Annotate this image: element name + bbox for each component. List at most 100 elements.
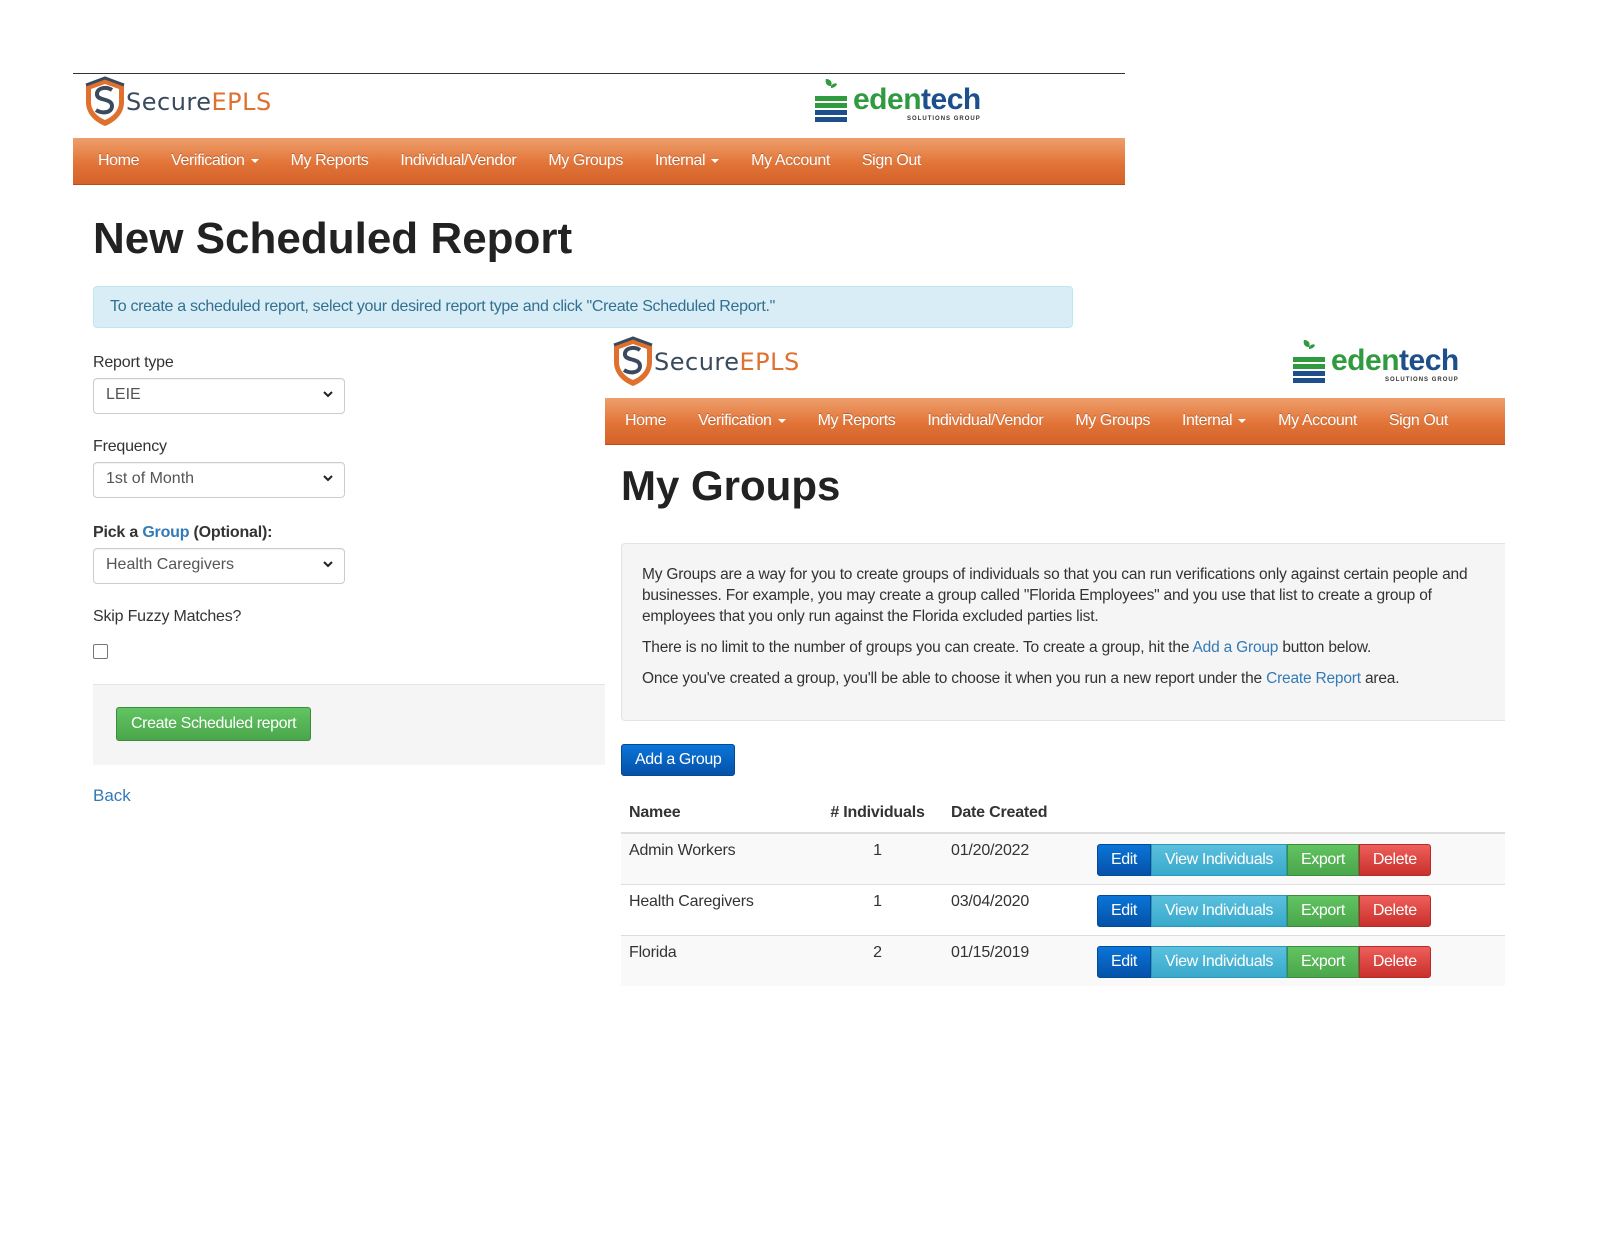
create-scheduled-report-button[interactable]: Create Scheduled report: [116, 707, 312, 741]
delete-button[interactable]: Delete: [1358, 946, 1431, 978]
chevron-down-icon: [323, 475, 333, 482]
header-brand-row: SecureEPLS edentech SOLUTIONS GROUP: [73, 74, 1125, 138]
epls-text: EPLS: [739, 348, 800, 376]
edentech-subtitle: SOLUTIONS GROUP: [907, 116, 981, 122]
group-actions-cell: Edit View Individuals Export Delete: [1089, 935, 1505, 986]
nav-individual-vendor[interactable]: Individual/Vendor: [384, 152, 532, 170]
frequency-select[interactable]: 1st of Month: [93, 462, 345, 498]
edentech-bar: [815, 117, 847, 122]
my-groups-screen: SecureEPLS edentech SOLUTIONS GROUP Home…: [605, 334, 1505, 994]
nav-individual-vendor[interactable]: Individual/Vendor: [911, 412, 1059, 430]
nav-home[interactable]: Home: [73, 152, 155, 170]
secureepls-wordmark: SecureEPLS: [654, 348, 800, 376]
groups-table: Namee # Individuals Date Created Admin W…: [621, 794, 1505, 986]
group-count-cell: 1: [812, 832, 943, 885]
view-individuals-button[interactable]: View Individuals: [1150, 844, 1288, 876]
leaf-icon: [1303, 340, 1315, 355]
report-type-value: LEIE: [106, 386, 141, 403]
nav-verification[interactable]: Verification: [682, 412, 801, 430]
form-actions-well: Create Scheduled report: [93, 684, 605, 765]
edentech-bar: [1293, 364, 1325, 369]
group-label: Pick a Group (Optional):: [93, 524, 613, 542]
group-actions-cell: Edit View Individuals Export Delete: [1089, 832, 1505, 885]
chevron-down-icon: [323, 391, 333, 398]
nav-my-account[interactable]: My Account: [1262, 412, 1373, 430]
report-type-select[interactable]: LEIE: [93, 378, 345, 414]
group-count-cell: 2: [812, 935, 943, 986]
group-link[interactable]: Group: [142, 524, 189, 541]
export-button[interactable]: Export: [1287, 844, 1359, 876]
create-report-link[interactable]: Create Report: [1266, 670, 1361, 687]
nav-my-groups[interactable]: My Groups: [532, 152, 639, 170]
chevron-down-icon: [323, 561, 333, 568]
back-link[interactable]: Back: [93, 786, 131, 806]
group-count-cell: 1: [812, 884, 943, 936]
column-header-actions: [1089, 794, 1505, 834]
nav-internal-label: Internal: [655, 152, 706, 169]
caret-down-icon: [777, 418, 786, 423]
add-group-button[interactable]: Add a Group: [621, 744, 736, 776]
frequency-value: 1st of Month: [106, 470, 195, 487]
delete-button[interactable]: Delete: [1358, 844, 1431, 876]
nav-my-groups[interactable]: My Groups: [1059, 412, 1166, 430]
export-button[interactable]: Export: [1287, 946, 1359, 978]
shield-logo-icon: [85, 76, 125, 126]
main-navbar: Home Verification My Reports Individual/…: [605, 398, 1505, 445]
view-individuals-button[interactable]: View Individuals: [1150, 895, 1288, 927]
tech-text: tech: [1399, 344, 1459, 377]
group-actions-cell: Edit View Individuals Export Delete: [1089, 884, 1505, 936]
tech-text: tech: [921, 83, 981, 116]
edit-button[interactable]: Edit: [1097, 946, 1151, 978]
edentech-wordmark: edentech SOLUTIONS GROUP: [853, 83, 981, 123]
view-individuals-button[interactable]: View Individuals: [1150, 946, 1288, 978]
edentech-bar: [815, 110, 847, 115]
edentech-bar: [1293, 357, 1325, 362]
edit-button[interactable]: Edit: [1097, 895, 1151, 927]
secureepls-logo[interactable]: SecureEPLS: [610, 336, 800, 388]
para2-text-end: button below.: [1278, 639, 1372, 656]
table-header-row: Namee # Individuals Date Created: [621, 794, 1505, 834]
nav-sign-out[interactable]: Sign Out: [846, 152, 937, 170]
info-alert: To create a scheduled report, select you…: [93, 286, 1073, 328]
report-type-label: Report type: [93, 354, 174, 371]
nav-my-reports[interactable]: My Reports: [275, 152, 385, 170]
column-header-name: Namee: [621, 794, 812, 834]
caret-down-icon: [250, 158, 259, 163]
group-date-cell: 01/15/2019: [943, 935, 1089, 986]
nav-internal[interactable]: Internal: [639, 152, 735, 170]
nav-home[interactable]: Home: [605, 412, 682, 430]
row-actions: Edit View Individuals Export Delete: [1097, 895, 1431, 927]
nav-my-account[interactable]: My Account: [735, 152, 846, 170]
edentech-bar: [815, 103, 847, 108]
add-a-group-link[interactable]: Add a Group: [1193, 639, 1279, 656]
group-date-cell: 01/20/2022: [943, 832, 1089, 885]
export-button[interactable]: Export: [1287, 895, 1359, 927]
eden-text: eden: [853, 83, 922, 116]
skip-fuzzy-label: Skip Fuzzy Matches?: [93, 608, 242, 625]
edentech-bar: [1293, 378, 1325, 383]
secure-text: Secure: [654, 348, 740, 376]
skip-fuzzy-checkbox[interactable]: [93, 644, 108, 659]
nav-internal[interactable]: Internal: [1166, 412, 1262, 430]
edit-button[interactable]: Edit: [1097, 844, 1151, 876]
para2-text: There is no limit to the number of group…: [642, 639, 1193, 656]
column-header-individuals: # Individuals: [812, 794, 943, 834]
edentech-logo: edentech SOLUTIONS GROUP: [1293, 339, 1459, 383]
epls-text: EPLS: [211, 88, 272, 116]
caret-down-icon: [1238, 418, 1247, 423]
delete-button[interactable]: Delete: [1358, 895, 1431, 927]
secureepls-logo[interactable]: SecureEPLS: [82, 76, 272, 128]
edentech-mark: [815, 78, 847, 122]
group-select[interactable]: Health Caregivers: [93, 548, 345, 584]
row-actions: Edit View Individuals Export Delete: [1097, 844, 1431, 876]
nav-sign-out[interactable]: Sign Out: [1373, 412, 1464, 430]
nav-my-reports[interactable]: My Reports: [802, 412, 912, 430]
row-actions: Edit View Individuals Export Delete: [1097, 946, 1431, 978]
group-value: Health Caregivers: [106, 556, 235, 573]
group-name-cell: Florida: [621, 935, 812, 986]
nav-verification[interactable]: Verification: [155, 152, 274, 170]
info-paragraph-3: Once you've created a group, you'll be a…: [642, 668, 1485, 689]
eden-text: eden: [1331, 344, 1400, 377]
leaf-icon: [825, 79, 837, 94]
main-navbar: Home Verification My Reports Individual/…: [73, 138, 1125, 185]
